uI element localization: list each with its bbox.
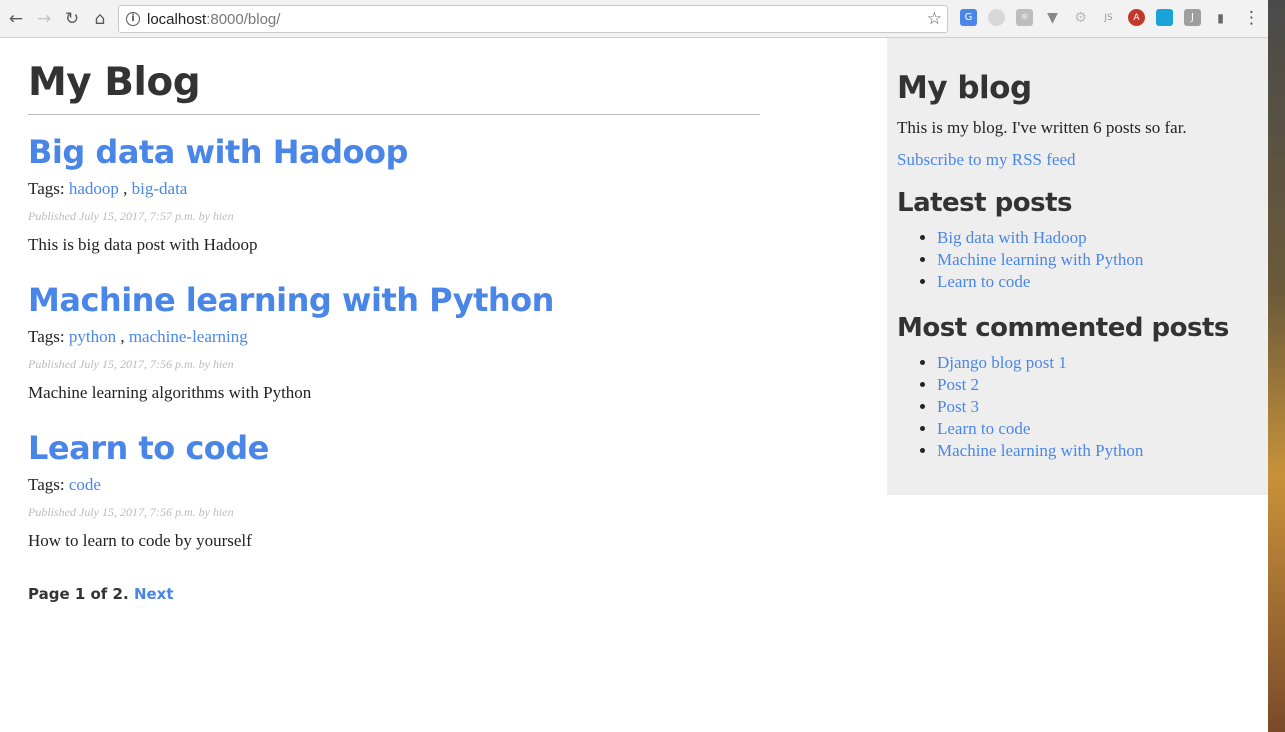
tags-label: Tags: (28, 327, 65, 346)
list-item: Post 3 (937, 396, 1258, 418)
home-icon[interactable]: ⌂ (86, 5, 114, 33)
window-extension-icon[interactable] (1156, 9, 1173, 26)
most-commented-link[interactable]: Machine learning with Python (937, 441, 1143, 460)
most-commented-link[interactable]: Post 2 (937, 375, 979, 394)
tag-extension-icon[interactable]: ▮ (1212, 9, 1229, 26)
tag-link[interactable]: hadoop (69, 179, 119, 198)
tag-link[interactable]: python (69, 327, 116, 346)
list-item: Machine learning with Python (937, 440, 1258, 462)
address-bar[interactable]: i localhost:8000/blog/ ☆ (118, 5, 948, 33)
back-arrow-icon[interactable]: ← (2, 5, 30, 33)
latest-posts-heading: Latest posts (897, 188, 1072, 218)
post-item: Machine learning with Python Tags: pytho… (28, 281, 760, 403)
bookmark-star-icon[interactable]: ☆ (927, 9, 942, 29)
tag-link[interactable]: big-data (132, 179, 188, 198)
translate-extension-icon[interactable]: G (960, 9, 977, 26)
url-path: :8000/blog/ (206, 10, 281, 28)
extension-icon[interactable] (988, 9, 1005, 26)
list-item: Django blog post 1 (937, 352, 1258, 374)
next-page-link[interactable]: Next (134, 585, 174, 603)
rss-feed-link[interactable]: Subscribe to my RSS feed (897, 150, 1258, 170)
post-date: Published July 15, 2017, 7:57 p.m. by hi… (28, 209, 234, 223)
browser-toolbar: ← → ↻ ⌂ i localhost:8000/blog/ ☆ G ⚛ ▼ ⚙… (0, 0, 1268, 38)
list-item: Post 2 (937, 374, 1258, 396)
angular-extension-icon[interactable]: A (1128, 9, 1145, 26)
tags-label: Tags: (28, 475, 65, 494)
list-item: Machine learning with Python (937, 249, 1258, 271)
sidebar-description: This is my blog. I've written 6 posts so… (897, 118, 1187, 137)
post-date: Published July 15, 2017, 7:56 p.m. by hi… (28, 357, 234, 371)
list-item: Learn to code (937, 418, 1258, 440)
vue-devtools-icon[interactable]: ▼ (1044, 9, 1061, 26)
gear-extension-icon[interactable]: ⚙ (1072, 9, 1089, 26)
react-devtools-icon[interactable]: ⚛ (1016, 9, 1033, 26)
tag-link[interactable]: code (69, 475, 101, 494)
latest-post-link[interactable]: Learn to code (937, 272, 1030, 291)
post-title-link[interactable]: Machine learning with Python (28, 281, 760, 319)
extensions-bar: G ⚛ ▼ ⚙ JS A J ▮ (960, 9, 1240, 26)
j-extension-icon[interactable]: J (1184, 9, 1201, 26)
most-commented-link[interactable]: Django blog post 1 (937, 353, 1067, 372)
desktop-background (1268, 0, 1285, 732)
latest-post-link[interactable]: Big data with Hadoop (937, 228, 1087, 247)
tag-link[interactable]: machine-learning (129, 327, 248, 346)
most-commented-heading: Most commented posts (897, 313, 1229, 343)
latest-post-link[interactable]: Machine learning with Python (937, 250, 1143, 269)
post-excerpt: How to learn to code by yourself (28, 531, 252, 550)
post-excerpt: This is big data post with Hadoop (28, 235, 258, 254)
tags-label: Tags: (28, 179, 65, 198)
page-title: My Blog (28, 60, 760, 115)
most-commented-list: Django blog post 1 Post 2 Post 3 Learn t… (937, 352, 1258, 462)
list-item: Big data with Hadoop (937, 227, 1258, 249)
sidebar-title: My blog (897, 70, 1032, 106)
forward-arrow-icon[interactable]: → (30, 5, 58, 33)
post-title-link[interactable]: Learn to code (28, 429, 760, 467)
post-tags: Tags: hadoop , big-data (28, 179, 188, 198)
pagination: Page 1 of 2. Next (28, 585, 760, 603)
reload-icon[interactable]: ↻ (58, 5, 86, 33)
post-item: Big data with Hadoop Tags: hadoop , big-… (28, 133, 760, 255)
js-extension-icon[interactable]: JS (1100, 9, 1117, 26)
post-item: Learn to code Tags: code Published July … (28, 429, 760, 551)
post-date: Published July 15, 2017, 7:56 p.m. by hi… (28, 505, 234, 519)
post-tags: Tags: python , machine-learning (28, 327, 248, 346)
sidebar: My blog This is my blog. I've written 6 … (887, 38, 1268, 495)
most-commented-link[interactable]: Learn to code (937, 419, 1030, 438)
most-commented-link[interactable]: Post 3 (937, 397, 979, 416)
post-title-link[interactable]: Big data with Hadoop (28, 133, 760, 171)
post-tags: Tags: code (28, 475, 760, 495)
list-item: Learn to code (937, 271, 1258, 293)
pagination-text: Page 1 of 2. (28, 585, 129, 603)
post-excerpt: Machine learning algorithms with Python (28, 383, 312, 402)
main-content: My Blog Big data with Hadoop Tags: hadoo… (28, 38, 760, 603)
browser-menu-icon[interactable]: ⋮ (1243, 8, 1260, 28)
info-icon[interactable]: i (126, 12, 140, 26)
url-host: localhost (147, 10, 207, 28)
latest-posts-list: Big data with Hadoop Machine learning wi… (937, 227, 1258, 293)
